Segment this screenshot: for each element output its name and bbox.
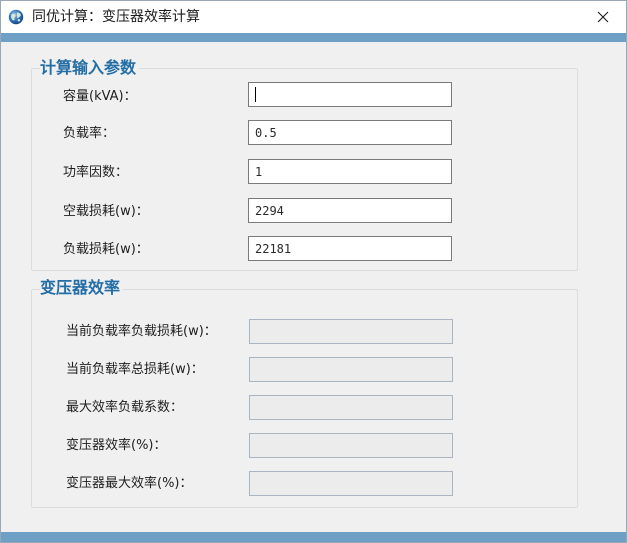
- max-efficiency-output[interactable]: [249, 471, 453, 496]
- power-factor-label: 功率因数：: [63, 165, 129, 180]
- load-rate-label: 负载率：: [63, 126, 116, 141]
- load-loss-input[interactable]: [248, 236, 452, 261]
- current-total-loss-output[interactable]: [249, 357, 453, 382]
- load-loss-label: 负载损耗(w)：: [63, 242, 149, 257]
- globe-icon: [8, 9, 24, 25]
- text-caret: [255, 87, 256, 102]
- no-load-loss-label: 空载损耗(w)：: [63, 204, 149, 219]
- max-efficiency-load-factor-output[interactable]: [249, 395, 453, 420]
- max-efficiency-label: 变压器最大效率(%)：: [66, 476, 193, 491]
- title-bar[interactable]: 同优计算：变压器效率计算: [1, 1, 626, 33]
- header-stripe: [1, 33, 626, 42]
- close-icon: [597, 11, 609, 23]
- current-load-loss-label: 当前负载率负载损耗(w)：: [66, 324, 217, 339]
- transformer-efficiency-output[interactable]: [249, 433, 453, 458]
- input-group-title: 计算输入参数: [40, 58, 140, 78]
- footer-stripe: [1, 532, 626, 542]
- output-group-title: 变压器效率: [40, 278, 124, 298]
- window-title: 同优计算：变压器效率计算: [32, 9, 200, 25]
- power-factor-input[interactable]: [248, 159, 452, 184]
- max-efficiency-load-factor-label: 最大效率负载系数：: [66, 400, 184, 415]
- capacity-label: 容量(kVA)：: [63, 89, 137, 104]
- capacity-input[interactable]: [248, 82, 452, 107]
- current-load-loss-output[interactable]: [249, 319, 453, 344]
- close-button[interactable]: [580, 1, 626, 33]
- current-total-loss-label: 当前负载率总损耗(w)：: [66, 362, 204, 377]
- no-load-loss-input[interactable]: [248, 198, 452, 223]
- dialog-window: 同优计算：变压器效率计算 计算输入参数 容量(kVA)： 负载率： 功率因数： …: [0, 0, 627, 543]
- transformer-efficiency-label: 变压器效率(%)：: [66, 438, 167, 453]
- load-rate-input[interactable]: [248, 120, 452, 145]
